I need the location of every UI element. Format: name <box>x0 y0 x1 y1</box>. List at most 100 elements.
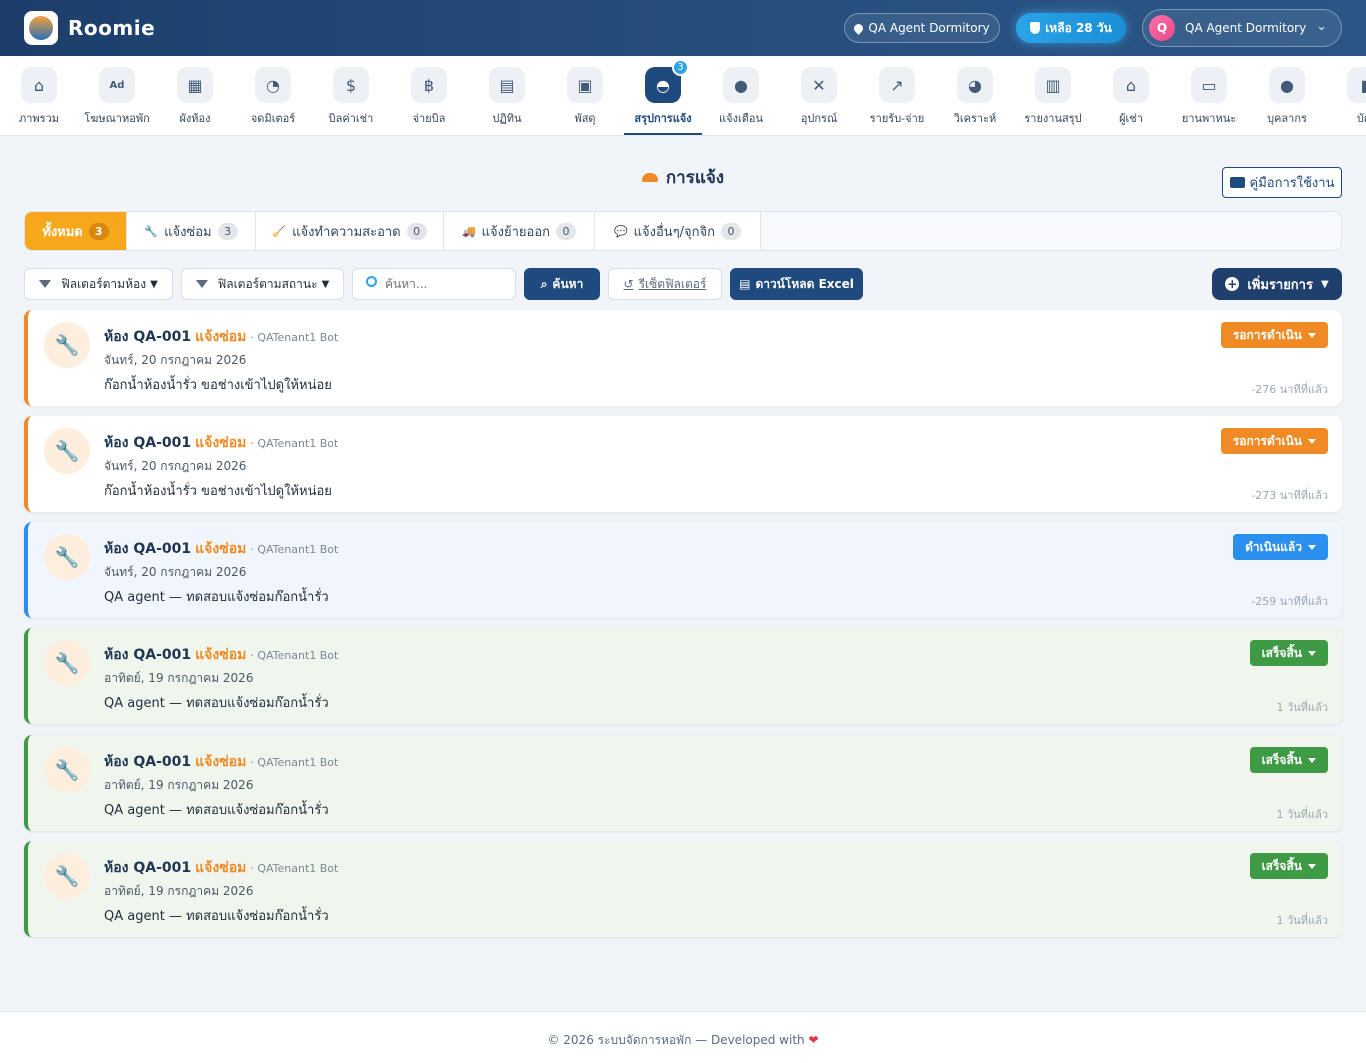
reporter-name: · QATenant1 Bot <box>250 331 339 344</box>
wrench-icon: 🔧 <box>44 322 90 368</box>
page-title: การแจ้ง <box>0 164 1366 191</box>
nav-item-11[interactable]: ↗ รายรับ-จ่าย <box>858 56 936 135</box>
meter-icon: ◔ <box>255 67 291 103</box>
user-manual-button[interactable]: คู่มือการใช้งาน <box>1222 167 1342 198</box>
relative-time: 1 วันที่แล้ว <box>1276 808 1328 821</box>
nav-item-label: แจ้งเตือน <box>719 112 763 125</box>
status-dropdown[interactable]: เสร็จสิ้น <box>1249 853 1328 879</box>
car-icon: ▭ <box>1191 67 1227 103</box>
tab-0[interactable]: ทั้งหมด 3 <box>25 212 127 250</box>
filter-icon <box>195 280 208 288</box>
tab-2[interactable]: 🧹 แจ้งทำความสะอาด 0 <box>256 212 444 250</box>
request-message: QA agent — ทดสอบแจ้งซ่อมก๊อกน้ำรั่ว <box>104 590 329 605</box>
tab-3[interactable]: 🚚 แจ้งย้ายออก 0 <box>444 212 595 250</box>
subscription-days-badge[interactable]: เหลือ 28 วัน <box>1016 13 1126 43</box>
nav-item-3[interactable]: ◔ จดมิเตอร์ <box>234 56 312 135</box>
search-button[interactable]: ⌕ ค้นหา <box>524 268 600 300</box>
status-dropdown[interactable]: ดำเนินแล้ว <box>1233 534 1328 560</box>
room-filter-dropdown[interactable]: ฟิลเตอร์ตามห้อง ▼ <box>24 268 173 300</box>
nav-item-label: ผังห้อง <box>179 112 211 125</box>
relative-time: 1 วันที่แล้ว <box>1276 701 1328 714</box>
nav-item-2[interactable]: ▦ ผังห้อง <box>156 56 234 135</box>
nav-item-8[interactable]: ◓ 3 สรุปการแจ้ง <box>624 56 702 135</box>
request-card[interactable]: 🔧 ห้อง QA-001 แจ้งซ่อม · QATenant1 Bot จันทร… <box>24 310 1342 406</box>
user-menu[interactable]: Q QA Agent Dormitory ⌄ <box>1142 9 1342 47</box>
invoice-icon: $ <box>333 67 369 103</box>
nav-item-1[interactable]: Ad โฆษณาหอพัก <box>78 56 156 135</box>
request-date: จันทร์, 20 กรกฎาคม 2026 <box>104 459 247 473</box>
status-dropdown[interactable]: เสร็จสิ้น <box>1249 747 1328 773</box>
cash-icon: ฿ <box>411 67 447 103</box>
request-header: ห้อง QA-001 แจ้งซ่อม · QATenant1 Bot <box>104 538 338 560</box>
wrench-icon: 🔧 <box>44 853 90 899</box>
nav-item-label: อุปกรณ์ <box>800 112 838 125</box>
request-header: ห้อง QA-001 แจ้งซ่อม · QATenant1 Bot <box>104 432 338 454</box>
request-card[interactable]: 🔧 ห้อง QA-001 แจ้งซ่อม · QATenant1 Bot จันทร… <box>24 522 1342 618</box>
chevron-down-icon: ⌄ <box>1316 19 1327 34</box>
wrench-icon: 🔧 <box>44 534 90 580</box>
caret-down-icon <box>1308 544 1316 550</box>
nav-item-14[interactable]: ⌂ ผู้เช่า <box>1092 56 1170 135</box>
request-type: แจ้งซ่อม <box>195 329 247 345</box>
nav-item-label: ผู้เช่า <box>1119 112 1143 125</box>
caret-down-icon <box>1308 650 1316 656</box>
search-input[interactable] <box>352 268 516 300</box>
dormitory-selector[interactable]: QA Agent Dormitory <box>844 13 1000 43</box>
room-label: ห้อง QA-001 <box>104 754 192 770</box>
download-excel-button[interactable]: ▤ ดาวน์โหลด Excel <box>730 268 863 300</box>
chevron-down-icon: ▼ <box>1320 278 1329 290</box>
tab-label: แจ้งย้ายออก <box>481 224 551 240</box>
nav-item-7[interactable]: ▣ พัสดุ <box>546 56 624 135</box>
status-dropdown[interactable]: เสร็จสิ้น <box>1249 640 1328 666</box>
tab-count-badge: 3 <box>217 222 238 240</box>
add-request-button[interactable]: + เพิ่มรายการ ▼ <box>1212 268 1342 300</box>
nav-item-12[interactable]: ◕ วิเคราะห์ <box>936 56 1014 135</box>
days-left-text: เหลือ 28 วัน <box>1045 20 1112 35</box>
nav-item-16[interactable]: ● บุคลากร <box>1248 56 1326 135</box>
status-dropdown[interactable]: รอการดำเนิน <box>1220 428 1328 454</box>
avatar: Q <box>1149 15 1175 41</box>
nav-item-9[interactable]: ● แจ้งเตือน <box>702 56 780 135</box>
dormitory-name: QA Agent Dormitory <box>868 21 990 35</box>
nav-item-15[interactable]: ▭ ยานพาหนะ <box>1170 56 1248 135</box>
nav-item-label: บุคลากร <box>1267 112 1307 125</box>
nav-item-label: บิลค่าเช่า <box>328 112 374 125</box>
excel-file-icon: ▤ <box>739 277 751 291</box>
wrench-icon: 🔧 <box>44 640 90 686</box>
request-card[interactable]: 🔧 ห้อง QA-001 แจ้งซ่อม · QATenant1 Bot จันทร… <box>24 416 1342 512</box>
nav-item-17[interactable]: ▮ บัญ <box>1326 56 1366 135</box>
reset-filter-button[interactable]: ↺ รีเซ็ตฟิลเตอร์ <box>608 268 722 300</box>
user-name: QA Agent Dormitory <box>1185 21 1307 35</box>
wrench-icon: 🔧 <box>44 428 90 474</box>
brand[interactable]: Roomie <box>24 11 155 45</box>
bell-icon <box>641 173 658 182</box>
request-header: ห้อง QA-001 แจ้งซ่อม · QATenant1 Bot <box>104 751 338 773</box>
footer: © 2026 ระบบจัดการหอพัก — Developed with … <box>0 1011 1366 1063</box>
tab-count-badge: 0 <box>556 222 577 240</box>
tab-icon: 💬 <box>613 224 628 238</box>
request-card[interactable]: 🔧 ห้อง QA-001 แจ้งซ่อม · QATenant1 Bot อาทิต… <box>24 628 1342 724</box>
request-header: ห้อง QA-001 แจ้งซ่อม · QATenant1 Bot <box>104 857 338 879</box>
top-header: Roomie QA Agent Dormitory เหลือ 28 วัน Q… <box>0 0 1366 56</box>
nav-item-0[interactable]: ⌂ ภาพรวม <box>0 56 78 135</box>
tab-icon: 🧹 <box>272 224 287 238</box>
room-label: ห้อง QA-001 <box>104 541 192 557</box>
nav-item-10[interactable]: ✕ อุปกรณ์ <box>780 56 858 135</box>
request-header: ห้อง QA-001 แจ้งซ่อม · QATenant1 Bot <box>104 326 338 348</box>
chart-line-icon: ↗ <box>879 67 915 103</box>
nav-item-5[interactable]: ฿จ่ายบิล <box>390 56 468 135</box>
status-dropdown[interactable]: รอการดำเนิน <box>1220 322 1328 348</box>
request-card[interactable]: 🔧 ห้อง QA-001 แจ้งซ่อม · QATenant1 Bot อาทิต… <box>24 735 1342 831</box>
tab-4[interactable]: 💬 แจ้งอื่นๆ/จุกจิก 0 <box>595 212 761 250</box>
tab-count-badge: 3 <box>88 222 109 240</box>
relative-time: -259 นาทีที่แล้ว <box>1251 595 1328 608</box>
request-card[interactable]: 🔧 ห้อง QA-001 แจ้งซ่อม · QATenant1 Bot อาทิต… <box>24 841 1342 937</box>
status-filter-dropdown[interactable]: ฟิลเตอร์ตามสถานะ ▼ <box>181 268 344 300</box>
nav-item-6[interactable]: ▤ ปฏิทิน <box>468 56 546 135</box>
request-type: แจ้งซ่อม <box>195 541 247 557</box>
nav-item-13[interactable]: ▥ รายงานสรุป <box>1014 56 1092 135</box>
room-label: ห้อง QA-001 <box>104 860 192 876</box>
nav-item-label: บัญ <box>1356 112 1366 125</box>
nav-item-4[interactable]: $ บิลค่าเช่า <box>312 56 390 135</box>
tab-1[interactable]: 🔧 แจ้งซ่อม 3 <box>127 212 256 250</box>
